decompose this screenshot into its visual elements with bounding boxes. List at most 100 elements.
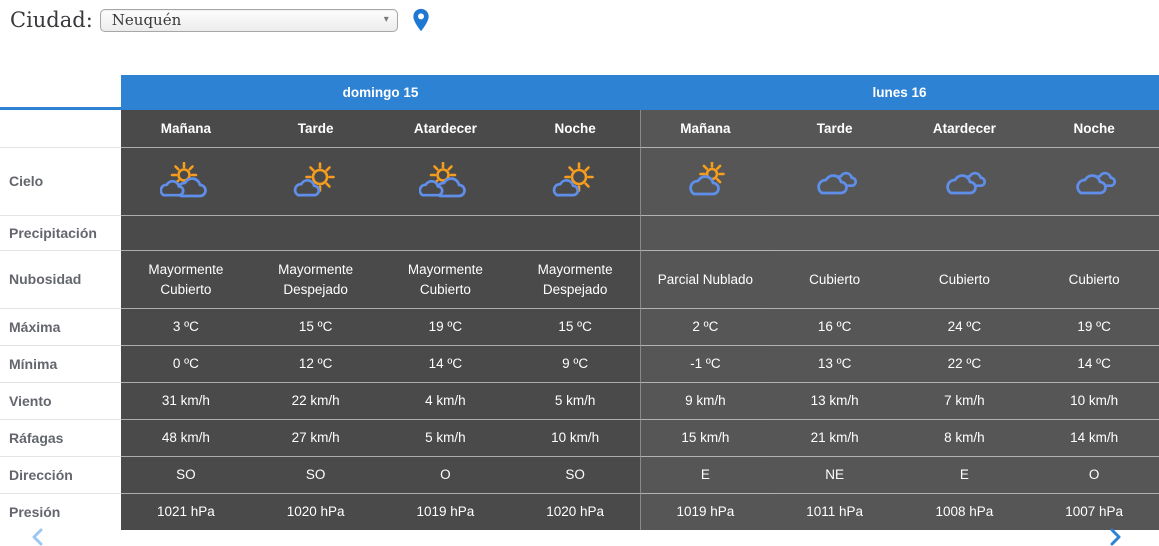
mostly-clear-icon	[549, 161, 594, 202]
forecast-cell: 1008 hPa	[899, 493, 1030, 530]
city-select-value: Neuquén	[111, 11, 182, 29]
time-header-cell: Atardecer	[899, 110, 1030, 147]
forecast-cell	[510, 147, 640, 215]
forecast-cell: 5 km/h	[510, 382, 640, 419]
time-header-cell: Mañana	[640, 110, 770, 147]
forecast-cell: Mayormente Cubierto	[121, 250, 251, 308]
forecast-cell	[121, 215, 251, 250]
forecast-cell: 1021 hPa	[121, 493, 251, 530]
time-header-cell: Atardecer	[380, 110, 511, 147]
forecast-cell: 1019 hPa	[380, 493, 511, 530]
row-label-maxima: Máxima	[0, 308, 121, 345]
forecast-cell: 19 ºC	[380, 308, 511, 345]
forecast-cell: 14 ºC	[380, 345, 511, 382]
forecast-cell: SO	[121, 456, 251, 493]
forecast-cell	[250, 215, 381, 250]
mostly-cloudy-icon	[160, 161, 212, 202]
time-header-cell: Noche	[510, 110, 640, 147]
chevron-left-icon[interactable]	[30, 528, 44, 546]
forecast-cell: 10 km/h	[1029, 382, 1159, 419]
forecast-cell	[640, 215, 770, 250]
forecast-cell: E	[640, 456, 770, 493]
forecast-table: domingo 15 lunes 16 Mañana Tarde Atardecer No…	[0, 75, 1159, 530]
forecast-cell: Cubierto	[1029, 250, 1159, 308]
forecast-cell	[899, 215, 1030, 250]
forecast-cell	[769, 147, 900, 215]
time-header-cell: Tarde	[769, 110, 900, 147]
row-label-rafagas: Ráfagas	[0, 419, 121, 456]
row-label-cielo: Cielo	[0, 147, 121, 215]
forecast-cell	[769, 215, 900, 250]
forecast-cell: E	[899, 456, 1030, 493]
forecast-cell	[380, 215, 511, 250]
city-select[interactable]: Neuquén ▾	[99, 8, 398, 32]
forecast-cell: Mayormente Despejado	[510, 250, 640, 308]
forecast-cell: 19 ºC	[1029, 308, 1159, 345]
forecast-cell: 0 ºC	[121, 345, 251, 382]
forecast-cell: 1020 hPa	[510, 493, 640, 530]
forecast-cell: 15 ºC	[250, 308, 381, 345]
cloudy-icon	[938, 162, 990, 202]
forecast-cell: 48 km/h	[121, 419, 251, 456]
forecast-cell: 3 ºC	[121, 308, 251, 345]
time-header-cell: Tarde	[250, 110, 381, 147]
forecast-cell: Parcial Nublado	[640, 250, 770, 308]
forecast-cell: 22 ºC	[899, 345, 1030, 382]
time-header-cell: Noche	[1029, 110, 1159, 147]
forecast-cell: 14 ºC	[1029, 345, 1159, 382]
forecast-cell	[899, 147, 1030, 215]
forecast-cell: 16 ºC	[769, 308, 900, 345]
row-label-precipitacion: Precipitación	[0, 215, 121, 250]
forecast-cell: 13 km/h	[769, 382, 900, 419]
forecast-cell	[640, 147, 770, 215]
forecast-cell: 2 ºC	[640, 308, 770, 345]
location-pin-icon[interactable]	[412, 8, 430, 33]
forecast-cell: 15 km/h	[640, 419, 770, 456]
forecast-cell: 9 km/h	[640, 382, 770, 419]
city-label: Ciudad:	[10, 8, 93, 32]
forecast-cell: 31 km/h	[121, 382, 251, 419]
partly-cloudy-icon	[679, 161, 726, 202]
chevron-right-icon[interactable]	[1109, 528, 1123, 546]
forecast-cell: SO	[250, 456, 381, 493]
cloudy-icon	[809, 162, 861, 202]
forecast-cell: Mayormente Despejado	[250, 250, 381, 308]
forecast-cell: 1019 hPa	[640, 493, 770, 530]
forecast-cell	[121, 147, 251, 215]
row-label-minima: Mínima	[0, 345, 121, 382]
forecast-cell: 9 ºC	[510, 345, 640, 382]
mostly-cloudy-icon	[419, 161, 471, 202]
forecast-cell: 10 km/h	[510, 419, 640, 456]
forecast-cell: 1011 hPa	[769, 493, 900, 530]
forecast-cell: 7 km/h	[899, 382, 1030, 419]
forecast-cell: O	[380, 456, 511, 493]
chevron-down-icon: ▾	[383, 14, 389, 25]
row-label-direccion: Dirección	[0, 456, 121, 493]
forecast-cell: 12 ºC	[250, 345, 381, 382]
mostly-clear-icon	[290, 161, 335, 202]
forecast-cell: 15 ºC	[510, 308, 640, 345]
cloudy-icon	[1068, 162, 1120, 202]
forecast-cell: -1 ºC	[640, 345, 770, 382]
forecast-cell: Cubierto	[899, 250, 1030, 308]
forecast-cell: NE	[769, 456, 900, 493]
row-label-presion: Presión	[0, 493, 121, 530]
forecast-cell: 1007 hPa	[1029, 493, 1159, 530]
forecast-cell: 21 km/h	[769, 419, 900, 456]
forecast-cell	[250, 147, 381, 215]
time-header-label-cell	[0, 110, 121, 147]
forecast-cell: 14 km/h	[1029, 419, 1159, 456]
forecast-cell: 24 ºC	[899, 308, 1030, 345]
table-corner-cell	[0, 75, 121, 110]
forecast-cell: 8 km/h	[899, 419, 1030, 456]
forecast-cell: 4 km/h	[380, 382, 511, 419]
forecast-cell	[1029, 147, 1159, 215]
forecast-cell: 27 km/h	[250, 419, 381, 456]
forecast-cell: SO	[510, 456, 640, 493]
forecast-cell: O	[1029, 456, 1159, 493]
forecast-cell	[1029, 215, 1159, 250]
day-header-1: domingo 15	[121, 75, 640, 110]
forecast-cell	[380, 147, 511, 215]
forecast-cell: Cubierto	[769, 250, 900, 308]
day-header-2: lunes 16	[640, 75, 1159, 110]
